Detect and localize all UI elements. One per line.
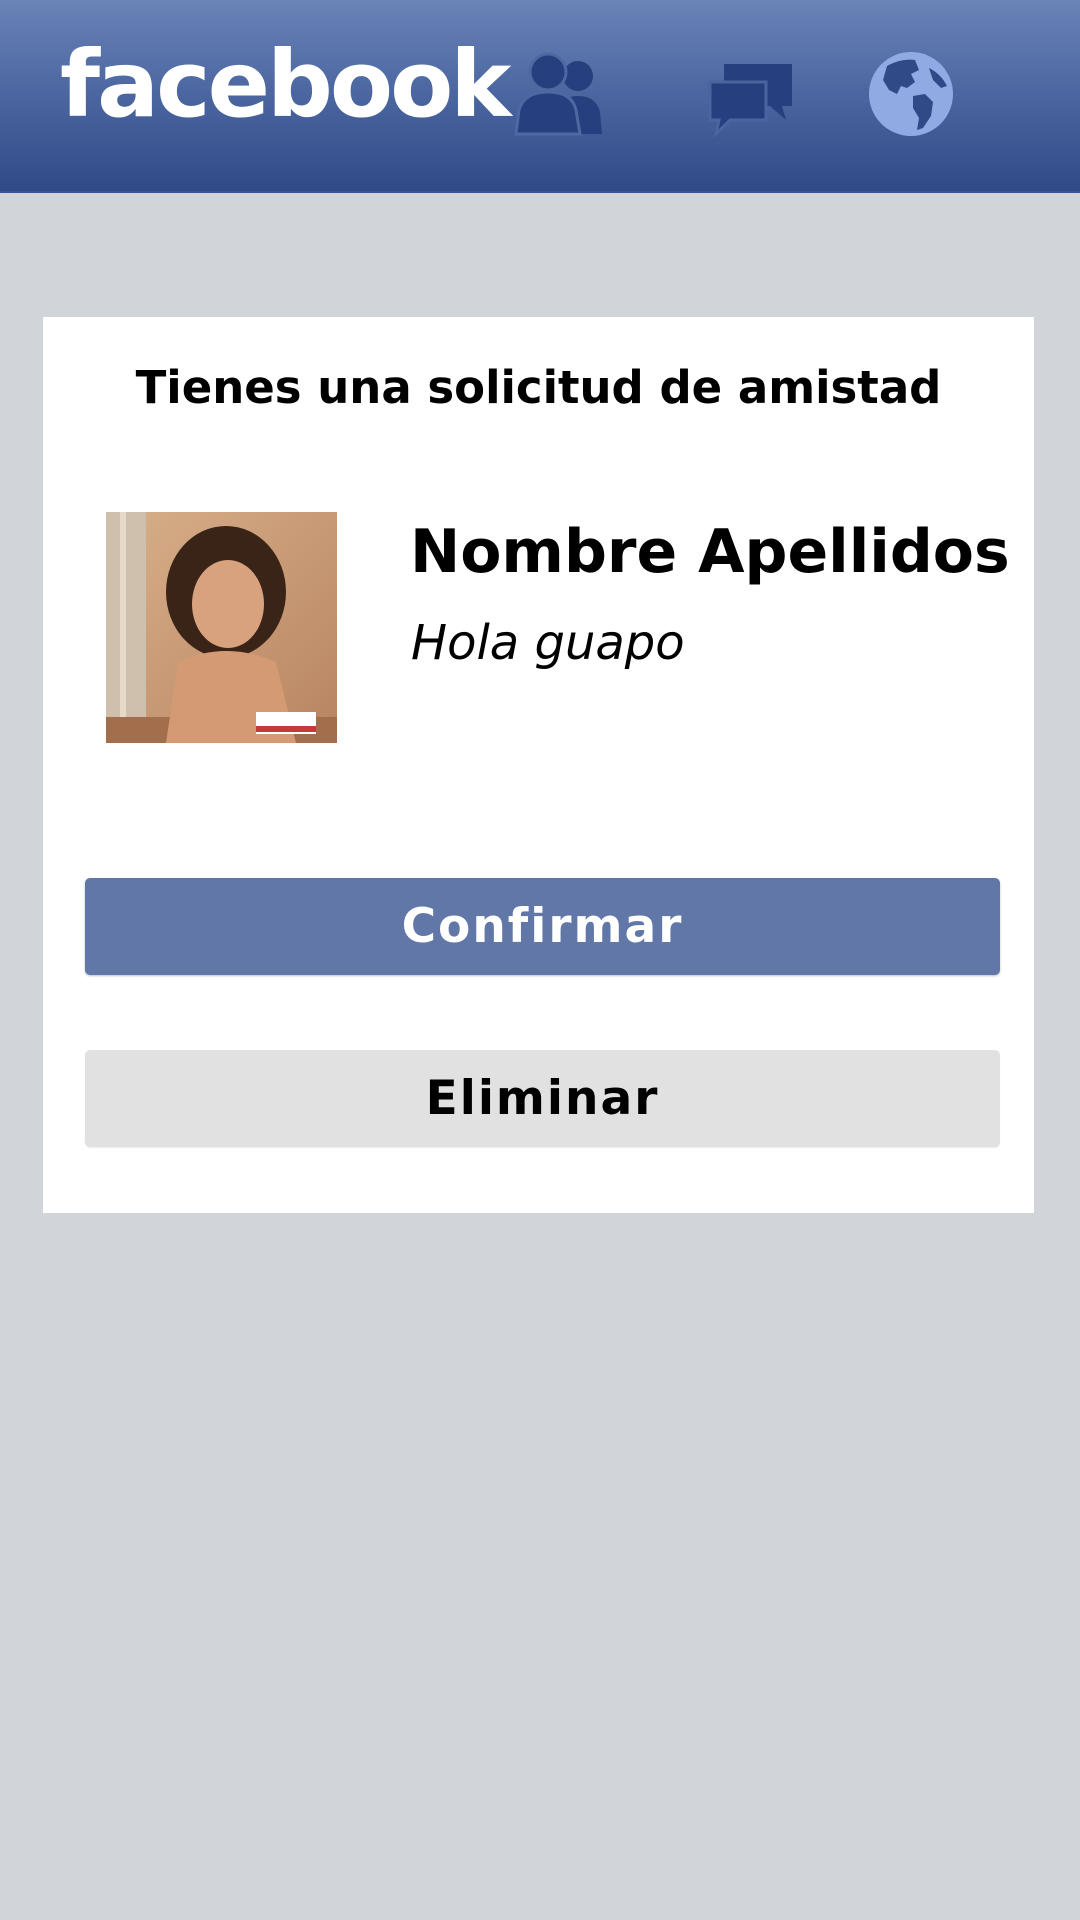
confirm-button[interactable]: Confirmar	[85, 878, 1000, 975]
avatar[interactable]	[106, 512, 337, 743]
requester-message: Hola guapo	[411, 615, 685, 671]
facebook-logo[interactable]: facebook	[60, 30, 511, 140]
messages-icon[interactable]	[700, 46, 800, 146]
friend-request-card: Tienes una solicitud de amistad Nombre A…	[43, 317, 1034, 1213]
top-bar: facebook	[0, 0, 1080, 191]
requester-name[interactable]: Nombre Apellidos	[410, 517, 1010, 587]
delete-button[interactable]: Eliminar	[85, 1050, 1000, 1147]
request-title: Tienes una solicitud de amistad	[135, 361, 942, 414]
friends-icon[interactable]	[510, 46, 610, 146]
globe-icon[interactable]	[861, 46, 961, 146]
